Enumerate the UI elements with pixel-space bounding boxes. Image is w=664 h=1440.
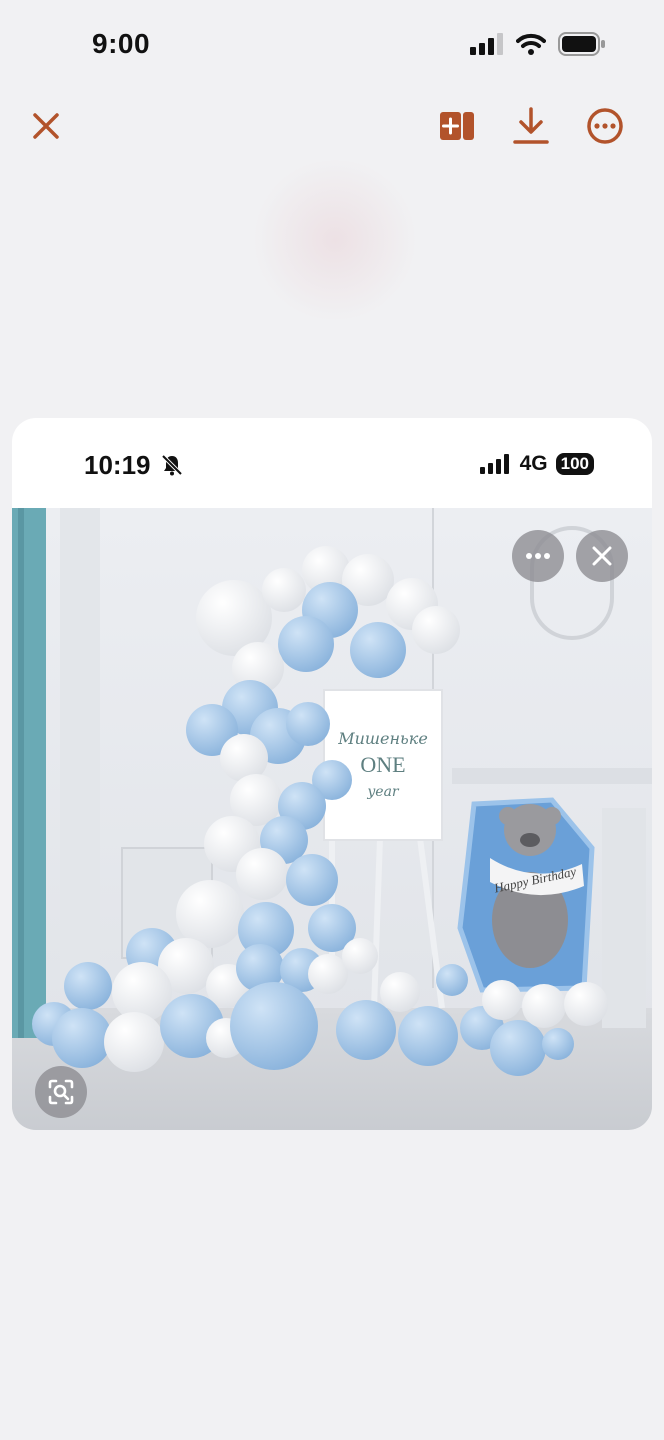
status-time: 9:00 — [92, 28, 151, 59]
inner-status-icons: 4G 100 — [479, 452, 594, 476]
download-icon — [513, 107, 549, 144]
balloon-scene: Мишеньке ONE year Happy Birthday — [12, 508, 652, 1130]
signal-icon — [470, 33, 503, 55]
more-icon — [587, 108, 623, 144]
add-to-album-button[interactable] — [431, 100, 483, 152]
visual-lookup-button[interactable] — [35, 1066, 87, 1118]
close-button[interactable] — [20, 100, 72, 152]
photo-more-button[interactable] — [512, 530, 564, 582]
network-label: 4G — [519, 452, 548, 475]
battery-icon — [558, 32, 605, 56]
more-button[interactable] — [579, 100, 631, 152]
inner-status-time: 10:19 — [84, 450, 184, 481]
download-button[interactable] — [505, 100, 557, 152]
sign-line-2: ONE — [360, 752, 405, 777]
sign-line-3: year — [366, 784, 400, 800]
screenshot-card[interactable]: 10:19 4G 100 Мишеньке ONE year Happy Bir… — [12, 418, 652, 1130]
visual-lookup-icon — [48, 1079, 74, 1105]
party-photo: Мишеньке ONE year Happy Birthday — [12, 508, 652, 1130]
inner-time-text: 10:19 — [84, 450, 151, 480]
signal-icon — [479, 454, 509, 474]
photo-close-button[interactable] — [576, 530, 628, 582]
bell-muted-icon — [161, 454, 183, 476]
status-icons — [470, 32, 606, 56]
close-icon — [592, 546, 612, 566]
status-bar: 9:00 — [0, 0, 664, 90]
more-icon — [526, 553, 550, 559]
viewer-toolbar — [0, 100, 664, 152]
sign-line-1: Мишеньке — [337, 729, 428, 748]
blurred-background — [250, 160, 420, 320]
inner-status-bar: 10:19 4G 100 — [12, 418, 652, 508]
close-icon — [33, 113, 59, 139]
add-to-album-icon — [440, 112, 474, 140]
wifi-icon — [516, 33, 546, 55]
battery-percentage: 100 — [555, 453, 594, 475]
